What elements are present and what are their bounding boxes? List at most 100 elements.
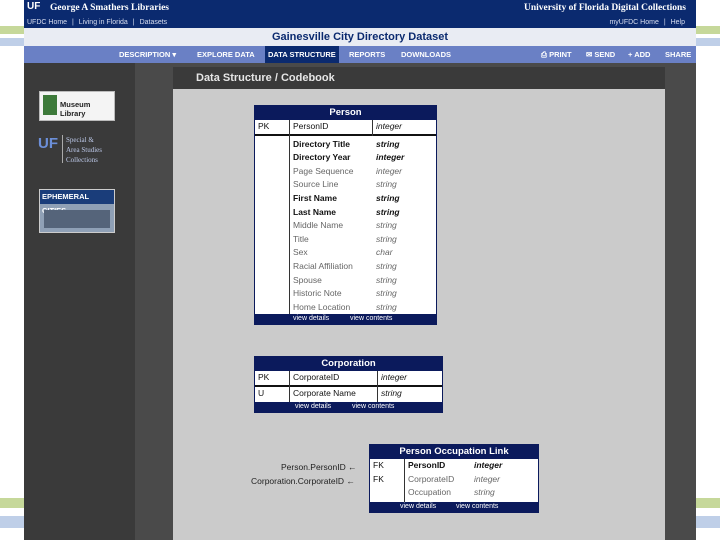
table-row: First Name string — [255, 192, 436, 206]
view-details-link[interactable]: view details — [293, 314, 329, 324]
table-footer: view details view contents — [255, 402, 442, 412]
printer-icon: ⎙ — [541, 50, 547, 59]
field-type: integer — [474, 473, 500, 484]
field-type: string — [376, 206, 400, 217]
link-ufdc-home[interactable]: UFDC Home — [27, 19, 67, 26]
field-name: Source Line — [293, 179, 339, 190]
field-name: Occupation — [408, 487, 451, 498]
field-name: Spouse — [293, 274, 322, 285]
dataset-title: Gainesville City Directory Dataset — [271, 31, 449, 43]
separator: | — [132, 19, 135, 26]
fk-link-corporation: Corporation.CorporateID ← — [251, 476, 355, 486]
field-type: string — [376, 233, 397, 244]
link-help[interactable]: Help — [671, 19, 685, 26]
table-row: Title string — [255, 233, 436, 247]
deco-stripe-green-right-top — [696, 26, 720, 34]
uf-logo[interactable]: UF — [27, 1, 40, 12]
plus-icon: + — [628, 50, 633, 59]
share-button[interactable]: SHARE — [662, 46, 694, 63]
print-button[interactable]: ⎙ PRINT — [538, 46, 575, 63]
link-living-in-florida[interactable]: Living in Florida — [79, 19, 128, 26]
table-row: Page Sequence integer — [255, 165, 436, 179]
tab-data-structure[interactable]: DATA STRUCTURE — [265, 46, 339, 63]
person-table: Person PK PersonID integer Directory Tit… — [254, 105, 437, 325]
table-row: U Corporate Name string — [258, 387, 402, 398]
table-row: Last Name string — [255, 206, 436, 220]
table-row: Sex char — [255, 246, 436, 260]
special-collections-logo[interactable]: UF Special & Area Studies Collections — [38, 135, 116, 165]
museum-library-logo[interactable]: Museum Library — [39, 91, 115, 121]
table-row: Middle Name string — [255, 219, 436, 233]
ephemeral-cities-logo[interactable]: EPHEMERAL CITIES — [39, 189, 115, 233]
section-header: Data Structure / Codebook — [173, 67, 665, 89]
view-contents-link[interactable]: view contents — [352, 402, 394, 412]
corporation-table: Corporation PK CorporateID integer U Cor… — [254, 356, 443, 413]
field-type: integer — [474, 460, 503, 470]
museum-emblem-icon — [43, 95, 57, 115]
table-row: FK PersonID integer — [370, 459, 538, 473]
library-name[interactable]: George A Smathers Libraries — [50, 3, 169, 13]
key-type: FK — [373, 460, 384, 470]
tab-description[interactable]: DESCRIPTION ▾ — [116, 46, 179, 63]
divider — [62, 135, 63, 163]
table-row: Occupation string — [370, 486, 538, 500]
deco-stripe-green-top — [0, 26, 24, 34]
table-row: Source Line string — [255, 178, 436, 192]
table-footer: view details view contents — [255, 314, 436, 324]
field-type: string — [376, 179, 397, 190]
dataset-title-bar: Gainesville City Directory Dataset — [24, 28, 696, 46]
field-type: string — [376, 301, 397, 312]
occupation-rows: FK PersonID integer FK CorporateID integer Occ… — [370, 459, 538, 500]
view-details-link[interactable]: view details — [295, 402, 331, 412]
arrow-left-icon: ← — [348, 462, 357, 472]
field-type: string — [376, 288, 397, 299]
view-details-link[interactable]: view details — [400, 502, 436, 512]
tab-reports[interactable]: REPORTS — [346, 46, 388, 63]
deco-stripe-blue-top — [0, 38, 24, 46]
field-name: Home Location — [293, 301, 351, 312]
field-type: string — [376, 260, 397, 271]
divider — [289, 371, 290, 402]
field-name: Last Name — [293, 206, 336, 217]
tab-explore-data[interactable]: EXPLORE DATA — [194, 46, 258, 63]
divider — [377, 371, 378, 402]
link-datasets[interactable]: Datasets — [140, 19, 168, 26]
table-row: PK CorporateID integer — [255, 371, 442, 387]
chevron-down-icon: ▾ — [172, 50, 177, 59]
table-title: Corporation — [255, 357, 442, 371]
field-name: Title — [293, 233, 309, 244]
field-name: Sex — [293, 247, 308, 258]
field-name: Directory Year — [293, 152, 351, 163]
table-row: Home Location string — [255, 301, 436, 315]
field-name: PersonID — [408, 460, 446, 470]
field-type: string — [474, 487, 495, 498]
arrow-left-icon: ← — [346, 476, 355, 486]
field-type: string — [376, 192, 400, 203]
link-myufdc-home[interactable]: myUFDC Home — [609, 19, 658, 26]
field-type: integer — [376, 165, 402, 176]
add-button[interactable]: + ADD — [625, 46, 653, 63]
deco-stripe-green-right-bottom — [696, 498, 720, 508]
field-name: Middle Name — [293, 220, 344, 231]
table-row: Racial Affiliation string — [255, 260, 436, 274]
table-title: Person — [255, 106, 436, 120]
collection-name[interactable]: University of Florida Digital Collection… — [524, 3, 686, 13]
person-occupation-link-table: Person Occupation Link FK PersonID integer… — [369, 444, 539, 513]
field-type: char — [376, 247, 393, 258]
person-fields: Directory Title string Directory Year integ… — [255, 136, 436, 315]
key-type: FK — [373, 473, 384, 484]
view-contents-link[interactable]: view contents — [350, 314, 392, 324]
fk-link-person: Person.PersonID ← — [281, 462, 357, 472]
field-name: First Name — [293, 192, 337, 203]
field-name: CorporateID — [408, 473, 455, 484]
tab-downloads[interactable]: DOWNLOADS — [398, 46, 454, 63]
table-row: PK PersonID integer — [255, 120, 436, 136]
view-contents-link[interactable]: view contents — [456, 502, 498, 512]
library-header: UF George A Smathers Libraries Universit… — [24, 0, 696, 18]
deco-stripe-blue-right-top — [696, 38, 720, 46]
table-title: Person Occupation Link — [370, 445, 538, 459]
send-button[interactable]: ✉ SEND — [583, 46, 618, 63]
table-row: FK CorporateID integer — [370, 473, 538, 487]
field-type: string — [376, 274, 397, 285]
field-name: Racial Affiliation — [293, 260, 353, 271]
